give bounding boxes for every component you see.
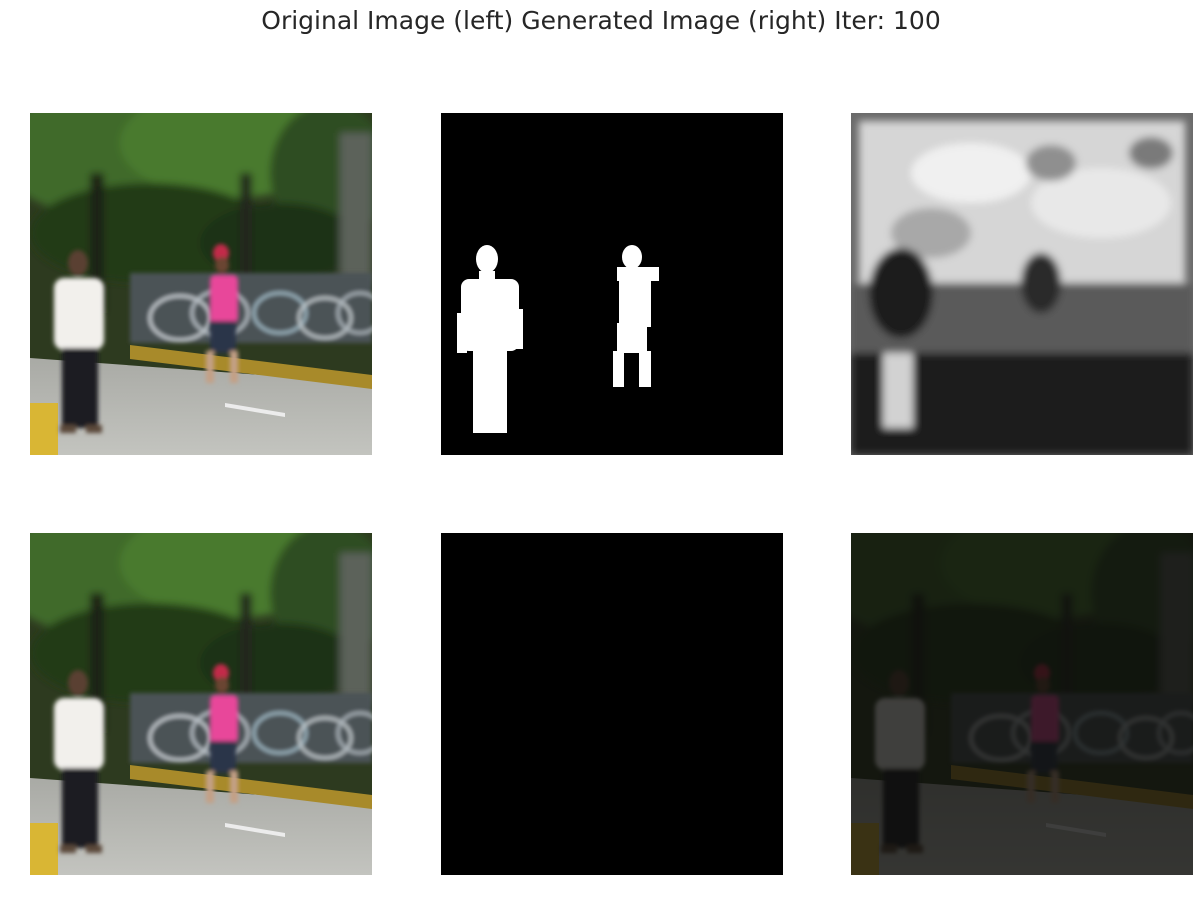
segmentation-mask-image bbox=[441, 113, 783, 455]
original-image-bottom bbox=[30, 533, 372, 875]
dark-generated bbox=[851, 533, 1193, 875]
masked-people-image bbox=[441, 533, 783, 875]
grayscale-generated bbox=[851, 113, 1193, 455]
generated-image-bottom bbox=[851, 533, 1193, 875]
generated-image-top bbox=[851, 113, 1193, 455]
original-image-top bbox=[30, 113, 372, 455]
street-photo bbox=[30, 533, 372, 875]
binary-mask bbox=[441, 113, 783, 455]
people-cutout bbox=[441, 533, 783, 875]
figure-title: Original Image (left) Generated Image (r… bbox=[261, 6, 941, 35]
street-photo bbox=[30, 113, 372, 455]
